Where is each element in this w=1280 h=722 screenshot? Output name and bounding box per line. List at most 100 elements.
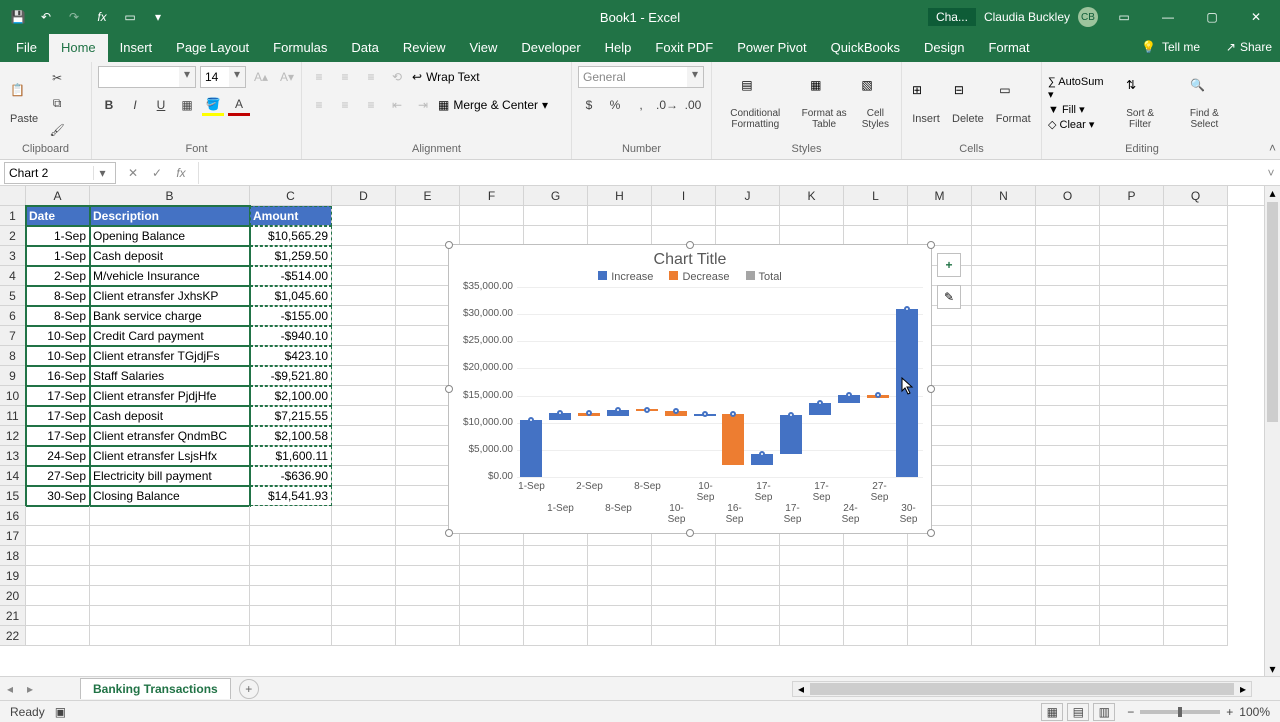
cell[interactable] xyxy=(844,206,908,226)
cell[interactable] xyxy=(90,566,250,586)
increase-decimal-button[interactable]: .0→ xyxy=(656,94,678,116)
cell[interactable] xyxy=(460,566,524,586)
row-header[interactable]: 7 xyxy=(0,326,26,346)
cell[interactable]: 8-Sep xyxy=(26,286,90,306)
chart-legend[interactable]: Increase Decrease Total xyxy=(449,271,931,287)
cell[interactable] xyxy=(972,606,1036,626)
increase-indent-button[interactable]: ⇥ xyxy=(412,94,434,116)
cell[interactable]: 24-Sep xyxy=(26,446,90,466)
fill-color-button[interactable]: 🪣 xyxy=(202,94,224,116)
row-header[interactable]: 19 xyxy=(0,566,26,586)
row-header[interactable]: 17 xyxy=(0,526,26,546)
cell-styles-button[interactable]: ▧Cell Styles xyxy=(856,76,895,132)
chart-handle[interactable] xyxy=(927,385,935,393)
cell[interactable]: Date xyxy=(26,206,90,226)
zoom-level[interactable]: 100% xyxy=(1239,705,1270,719)
tab-help[interactable]: Help xyxy=(593,34,644,62)
cell[interactable] xyxy=(1100,626,1164,646)
cell[interactable] xyxy=(588,226,652,246)
enter-fx-button[interactable]: ✓ xyxy=(146,162,168,184)
conditional-formatting-button[interactable]: ▤Conditional Formatting xyxy=(718,76,793,132)
cell[interactable] xyxy=(250,526,332,546)
cell[interactable] xyxy=(780,626,844,646)
cell[interactable]: 17-Sep xyxy=(26,426,90,446)
zoom-in-button[interactable]: + xyxy=(1226,705,1233,719)
cell[interactable]: -$514.00 xyxy=(250,266,332,286)
cell[interactable]: 10-Sep xyxy=(26,346,90,366)
column-header[interactable]: B xyxy=(90,186,250,205)
cell[interactable] xyxy=(1036,326,1100,346)
cut-button[interactable]: ✂ xyxy=(46,67,68,89)
cell[interactable] xyxy=(1164,266,1228,286)
zoom-out-button[interactable]: − xyxy=(1127,705,1134,719)
cell[interactable] xyxy=(780,566,844,586)
cell[interactable] xyxy=(1100,466,1164,486)
cell[interactable] xyxy=(652,586,716,606)
cell[interactable] xyxy=(1100,546,1164,566)
cell[interactable] xyxy=(652,206,716,226)
column-header[interactable]: L xyxy=(844,186,908,205)
cell[interactable] xyxy=(1164,226,1228,246)
chart-handle[interactable] xyxy=(445,385,453,393)
cell[interactable] xyxy=(652,546,716,566)
cell[interactable] xyxy=(250,566,332,586)
cell[interactable] xyxy=(716,206,780,226)
tab-foxit-pdf[interactable]: Foxit PDF xyxy=(643,34,725,62)
cell[interactable] xyxy=(332,206,396,226)
cell[interactable]: $423.10 xyxy=(250,346,332,366)
cell[interactable] xyxy=(1100,606,1164,626)
cell[interactable] xyxy=(1036,526,1100,546)
cell[interactable] xyxy=(972,246,1036,266)
cell[interactable] xyxy=(332,446,396,466)
cell[interactable] xyxy=(524,586,588,606)
cell[interactable] xyxy=(716,566,780,586)
tab-power-pivot[interactable]: Power Pivot xyxy=(725,34,818,62)
cell[interactable]: 17-Sep xyxy=(26,386,90,406)
data-point-handle[interactable] xyxy=(904,306,910,312)
cell[interactable] xyxy=(780,546,844,566)
data-point-handle[interactable] xyxy=(586,410,592,416)
tab-view[interactable]: View xyxy=(457,34,509,62)
cell[interactable]: -$155.00 xyxy=(250,306,332,326)
cell[interactable] xyxy=(1036,586,1100,606)
row-header[interactable]: 14 xyxy=(0,466,26,486)
column-header[interactable]: D xyxy=(332,186,396,205)
percent-button[interactable]: % xyxy=(604,94,626,116)
cell[interactable] xyxy=(1164,386,1228,406)
data-point-handle[interactable] xyxy=(702,411,708,417)
cell[interactable] xyxy=(1036,446,1100,466)
cell[interactable] xyxy=(1164,246,1228,266)
cell[interactable]: Staff Salaries xyxy=(90,366,250,386)
cell[interactable] xyxy=(972,566,1036,586)
cell[interactable] xyxy=(1164,306,1228,326)
waterfall-bar[interactable] xyxy=(780,415,802,454)
cell[interactable]: Cash deposit xyxy=(90,406,250,426)
cell[interactable]: $10,565.29 xyxy=(250,226,332,246)
tab-file[interactable]: File xyxy=(4,34,49,62)
column-header[interactable]: K xyxy=(780,186,844,205)
cell[interactable]: Cash deposit xyxy=(90,246,250,266)
cell[interactable] xyxy=(332,486,396,506)
cell[interactable] xyxy=(1100,506,1164,526)
redo-button[interactable]: ↷ xyxy=(62,5,86,29)
cell[interactable] xyxy=(844,606,908,626)
cell[interactable] xyxy=(90,506,250,526)
cell[interactable] xyxy=(972,526,1036,546)
cell[interactable] xyxy=(1036,206,1100,226)
comma-style-button[interactable]: , xyxy=(630,94,652,116)
cell[interactable] xyxy=(26,606,90,626)
sort-filter-button[interactable]: ⇅Sort & Filter xyxy=(1112,76,1169,132)
cell[interactable]: 17-Sep xyxy=(26,406,90,426)
vertical-scrollbar[interactable]: ▴ ▾ xyxy=(1264,186,1280,676)
cell[interactable]: $2,100.00 xyxy=(250,386,332,406)
cell[interactable] xyxy=(1036,346,1100,366)
cancel-fx-button[interactable]: ✕ xyxy=(122,162,144,184)
row-header[interactable]: 8 xyxy=(0,346,26,366)
cell[interactable]: $7,215.55 xyxy=(250,406,332,426)
column-header[interactable]: H xyxy=(588,186,652,205)
cell[interactable] xyxy=(250,626,332,646)
cell[interactable] xyxy=(524,546,588,566)
cell[interactable] xyxy=(1164,566,1228,586)
find-select-button[interactable]: 🔍Find & Select xyxy=(1173,76,1236,132)
data-point-handle[interactable] xyxy=(644,407,650,413)
